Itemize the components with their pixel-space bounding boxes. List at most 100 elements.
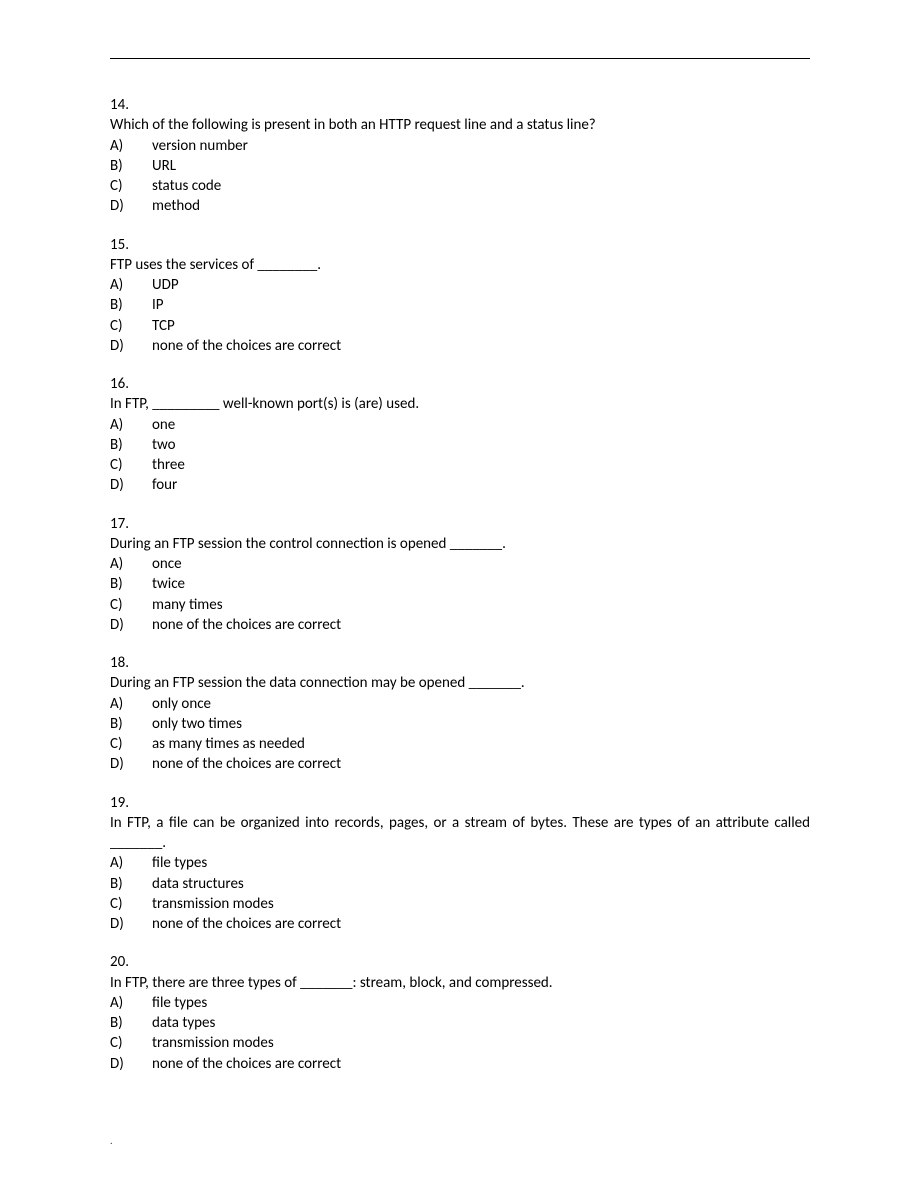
option-letter: A) [110,694,152,714]
option-text: one [152,415,810,435]
option-letter: C) [110,595,152,615]
answer-option: C)transmission modes [110,1033,810,1053]
option-text: many times [152,595,810,615]
header-rule [110,58,810,59]
answer-option: C)as many times as needed [110,734,810,754]
answer-option: D)four [110,475,810,495]
footer-dot: . [110,1134,810,1147]
option-letter: D) [110,914,152,934]
answer-option: A)one [110,415,810,435]
option-letter: D) [110,336,152,356]
option-text: version number [152,136,810,156]
answer-option: D)none of the choices are correct [110,615,810,635]
answer-option: C)many times [110,595,810,615]
answer-option: B)two [110,435,810,455]
option-text: none of the choices are correct [152,1054,810,1074]
option-letter: A) [110,136,152,156]
answer-option: B)data structures [110,874,810,894]
question-number: 15. [110,235,810,255]
answer-option: A)once [110,554,810,574]
answer-option: C)status code [110,176,810,196]
questions-container: 14.Which of the following is present in … [110,95,810,1074]
answer-option: C)three [110,455,810,475]
question: 16.In FTP, _________ well-known port(s) … [110,374,810,496]
option-text: four [152,475,810,495]
option-text: twice [152,574,810,594]
question: 20.In FTP, there are three types of ____… [110,952,810,1074]
question-text: In FTP, there are three types of _______… [110,973,810,993]
option-text: none of the choices are correct [152,754,810,774]
answer-option: A)file types [110,993,810,1013]
answer-option: B)IP [110,295,810,315]
option-letter: A) [110,554,152,574]
option-letter: A) [110,993,152,1013]
question: 17.During an FTP session the control con… [110,514,810,636]
option-letter: A) [110,853,152,873]
option-letter: B) [110,874,152,894]
option-letter: B) [110,156,152,176]
option-text: UDP [152,275,810,295]
question-text: In FTP, _________ well-known port(s) is … [110,394,810,414]
answer-option: C)transmission modes [110,894,810,914]
question-number: 17. [110,514,810,534]
answer-option: A)only once [110,694,810,714]
question-number: 18. [110,653,810,673]
option-letter: B) [110,435,152,455]
answer-option: A)UDP [110,275,810,295]
option-text: method [152,196,810,216]
option-letter: C) [110,176,152,196]
question-text: During an FTP session the control connec… [110,534,810,554]
option-letter: C) [110,894,152,914]
question-text: FTP uses the services of ________. [110,255,810,275]
option-text: two [152,435,810,455]
option-letter: B) [110,574,152,594]
option-text: file types [152,993,810,1013]
answer-option: D)none of the choices are correct [110,1054,810,1074]
answer-option: D)method [110,196,810,216]
question: 14.Which of the following is present in … [110,95,810,217]
question-number: 19. [110,793,810,813]
question: 18.During an FTP session the data connec… [110,653,810,775]
question-number: 14. [110,95,810,115]
question-text: Which of the following is present in bot… [110,115,810,135]
option-text: transmission modes [152,894,810,914]
option-letter: C) [110,1033,152,1053]
option-letter: A) [110,415,152,435]
answer-option: B)data types [110,1013,810,1033]
option-letter: B) [110,295,152,315]
option-letter: B) [110,1013,152,1033]
option-text: none of the choices are correct [152,615,810,635]
answer-option: B)URL [110,156,810,176]
answer-option: A)file types [110,853,810,873]
option-letter: D) [110,1054,152,1074]
option-text: data types [152,1013,810,1033]
option-letter: D) [110,615,152,635]
option-text: none of the choices are correct [152,914,810,934]
option-letter: D) [110,475,152,495]
answer-option: D)none of the choices are correct [110,754,810,774]
answer-option: A)version number [110,136,810,156]
option-text: only two times [152,714,810,734]
option-letter: B) [110,714,152,734]
option-letter: D) [110,196,152,216]
option-text: transmission modes [152,1033,810,1053]
answer-option: B)only two times [110,714,810,734]
question-number: 20. [110,952,810,972]
option-text: status code [152,176,810,196]
option-text: as many times as needed [152,734,810,754]
option-letter: C) [110,734,152,754]
option-text: URL [152,156,810,176]
option-letter: C) [110,316,152,336]
answer-option: D)none of the choices are correct [110,336,810,356]
option-letter: C) [110,455,152,475]
question-text: In FTP, a file can be organized into rec… [110,813,810,854]
question: 15.FTP uses the services of ________.A)U… [110,235,810,357]
option-letter: A) [110,275,152,295]
answer-option: C)TCP [110,316,810,336]
question-text: During an FTP session the data connectio… [110,673,810,693]
option-text: three [152,455,810,475]
option-text: IP [152,295,810,315]
option-text: TCP [152,316,810,336]
option-text: none of the choices are correct [152,336,810,356]
question-number: 16. [110,374,810,394]
